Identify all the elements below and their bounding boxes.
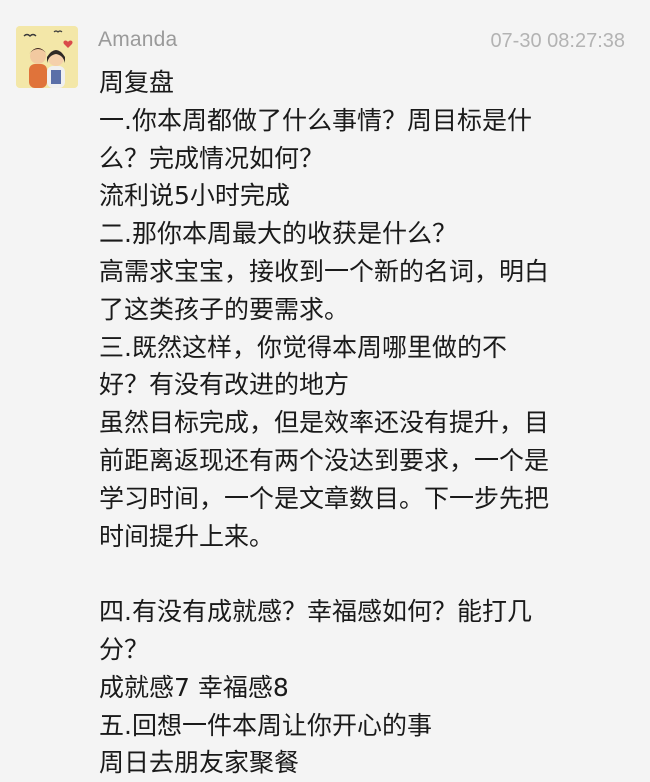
content-line: 三.既然这样，你觉得本周哪里做的不 bbox=[99, 332, 507, 362]
content-line: 二.那你本周最大的收获是什么？ bbox=[99, 219, 457, 249]
content-line: 时间提升上来。 bbox=[99, 521, 275, 551]
content-line: 么？完成情况如何？ bbox=[99, 143, 325, 173]
content-line: 成就感7 幸福感8 bbox=[99, 672, 289, 702]
content-line: 分？ bbox=[99, 634, 150, 664]
content-line: 四.有没有成就感？幸福感如何？能打几 bbox=[99, 597, 532, 627]
content-line: 虽然目标完成，但是效率还没有提升，目 bbox=[99, 408, 550, 438]
post-card: Amanda 07-30 08:27:38 周复盘 一.你本周都做了什么事情？周… bbox=[0, 0, 650, 777]
content-line: 流利说5小时完成 bbox=[99, 181, 290, 211]
content-line: 高需求宝宝，接收到一个新的名词，明白 bbox=[99, 256, 550, 286]
content-line: 周日去朋友家聚餐 bbox=[99, 748, 300, 778]
content-line: 前距离返现还有两个没达到要求，一个是 bbox=[99, 445, 550, 475]
cartoon-couple-avatar-icon bbox=[16, 26, 78, 88]
content-line: 学习时间，一个是文章数目。下一步先把 bbox=[99, 483, 550, 513]
content-line: 好？有没有改进的地方 bbox=[99, 370, 350, 400]
post-timestamp: 07-30 08:27:38 bbox=[490, 30, 625, 52]
avatar[interactable] bbox=[16, 26, 78, 88]
content-line: 周复盘 bbox=[99, 68, 175, 97]
content-line: 了这类孩子的要需求。 bbox=[99, 294, 350, 324]
author-name[interactable]: Amanda bbox=[98, 28, 177, 52]
post-content: 周复盘 一.你本周都做了什么事情？周目标是什 么？完成情况如何？ 流利说5小时完… bbox=[99, 64, 627, 782]
content-line: 五.回想一件本周让你开心的事 bbox=[99, 710, 432, 740]
content-line: 一.你本周都做了什么事情？周目标是什 bbox=[99, 105, 532, 135]
